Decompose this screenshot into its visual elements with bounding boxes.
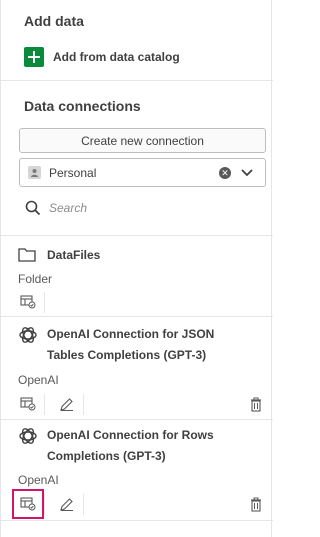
select-data-button[interactable] bbox=[17, 393, 39, 415]
openai-icon bbox=[19, 428, 37, 444]
create-new-connection-button[interactable]: Create new connection bbox=[19, 128, 266, 153]
item-title: DataFiles bbox=[47, 248, 101, 262]
space-select[interactable]: Personal ✕ bbox=[19, 158, 266, 187]
action-separator bbox=[44, 394, 45, 415]
delete-button[interactable] bbox=[245, 393, 267, 415]
trash-icon bbox=[251, 497, 261, 512]
add-from-catalog-label: Add from data catalog bbox=[53, 50, 180, 64]
search-input[interactable]: Search bbox=[25, 200, 87, 216]
edit-button[interactable] bbox=[55, 393, 77, 415]
clear-icon[interactable]: ✕ bbox=[219, 166, 231, 179]
action-separator bbox=[83, 494, 84, 515]
edit-button[interactable] bbox=[55, 493, 77, 515]
add-data-heading: Add data bbox=[24, 13, 84, 29]
divider bbox=[1, 419, 273, 420]
plus-icon bbox=[24, 47, 44, 67]
select-data-button[interactable] bbox=[12, 489, 44, 519]
table-check-icon bbox=[20, 295, 36, 309]
select-data-button[interactable] bbox=[17, 291, 39, 313]
person-icon bbox=[28, 166, 41, 179]
add-from-catalog-button[interactable]: Add from data catalog bbox=[24, 47, 180, 67]
action-separator bbox=[44, 292, 45, 313]
search-placeholder: Search bbox=[49, 201, 88, 215]
item-subtitle: OpenAI bbox=[18, 473, 59, 487]
item-title-line2: Completions (GPT-3) bbox=[47, 449, 166, 463]
item-title-line2: Tables Completions (GPT-3) bbox=[47, 348, 207, 362]
table-check-icon bbox=[20, 497, 36, 511]
pencil-icon bbox=[59, 397, 73, 411]
item-subtitle: OpenAI bbox=[18, 373, 59, 387]
item-subtitle: Folder bbox=[18, 272, 53, 286]
data-panel: Add data Add from data catalog Data conn… bbox=[0, 0, 273, 537]
space-select-value: Personal bbox=[49, 165, 97, 180]
table-check-icon bbox=[20, 397, 36, 411]
trash-icon bbox=[251, 397, 261, 412]
divider bbox=[1, 520, 273, 521]
data-connections-heading: Data connections bbox=[24, 98, 141, 114]
divider bbox=[1, 80, 273, 81]
openai-icon bbox=[19, 327, 37, 343]
item-title-line1: OpenAI Connection for JSON bbox=[47, 327, 215, 341]
item-title-line1: OpenAI Connection for Rows bbox=[47, 428, 214, 442]
pencil-icon bbox=[59, 497, 73, 511]
chevron-down-icon[interactable] bbox=[241, 167, 253, 179]
search-icon bbox=[25, 200, 41, 216]
folder-icon bbox=[18, 248, 36, 262]
divider bbox=[1, 316, 273, 317]
action-separator bbox=[44, 494, 45, 515]
action-separator bbox=[83, 394, 84, 415]
divider bbox=[1, 235, 273, 236]
delete-button[interactable] bbox=[245, 493, 267, 515]
